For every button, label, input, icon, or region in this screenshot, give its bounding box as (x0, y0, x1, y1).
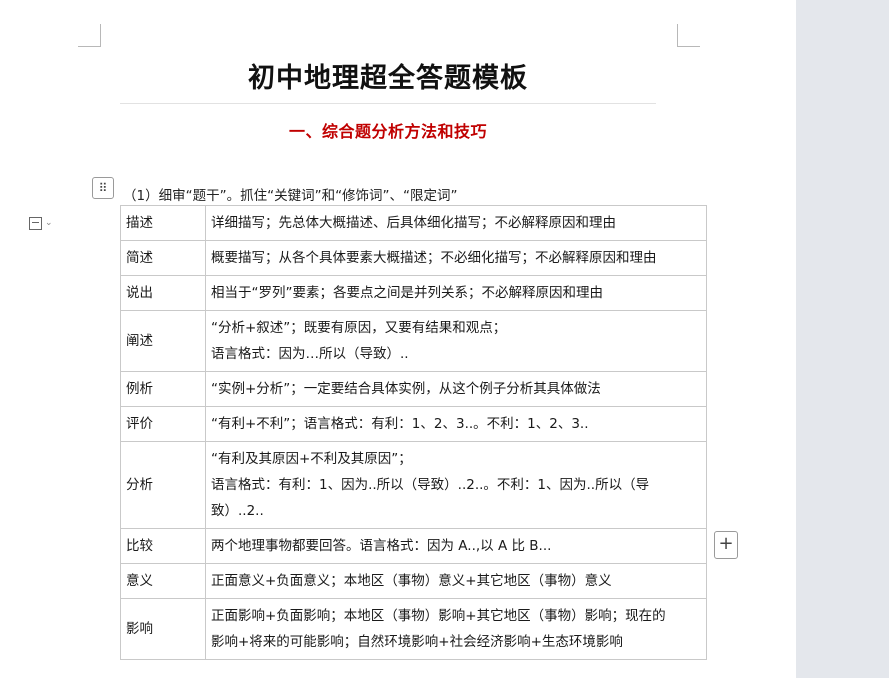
term-cell[interactable]: 简述 (120, 240, 206, 276)
definition-cell[interactable]: “实例+分析”；一定要结合具体实例，从这个例子分析其具体做法 (205, 371, 707, 407)
term-cell[interactable]: 影响 (120, 598, 206, 660)
definition-cell[interactable]: 正面意义+负面意义；本地区（事物）意义+其它地区（事物）意义 (205, 563, 707, 599)
definition-cell[interactable]: 正面影响+负面影响；本地区（事物）影响+其它地区（事物）影响；现在的 影响+将来的… (205, 598, 707, 660)
table-row: 比较 两个地理事物都要回答。语言格式：因为 A..,以 A 比 B... (120, 528, 707, 564)
answer-terms-table: 描述 详细描写；先总体大概描述、后具体细化描写；不必解释原因和理由 简述 概要描写；从… (120, 205, 707, 660)
table-row: 说出 相当于“罗列”要素；各要点之间是并列关系；不必解释原因和理由 (120, 275, 707, 311)
definition-line: 详细描写；先总体大概描述、后具体细化描写；不必解释原因和理由 (211, 215, 616, 231)
document-page: 初中地理超全答题模板 一、综合题分析方法和技巧 ⠿ （1）细审“题干”。抓住“关… (0, 0, 796, 678)
table-row: 影响 正面影响+负面影响；本地区（事物）影响+其它地区（事物）影响；现在的 影响+将… (120, 598, 707, 660)
definition-cell[interactable]: “分析+叙述”；既要有原因，又要有结果和观点； 语言格式：因为…所以（导致）.. (205, 310, 707, 372)
table-row: 描述 详细描写；先总体大概描述、后具体细化描写；不必解释原因和理由 (120, 205, 707, 241)
definition-line: “有利+不利”；语言格式：有利：1、2、3..。不利：1、2、3.. (211, 416, 589, 432)
chevron-down-icon: ⌄ (45, 218, 53, 228)
term-cell[interactable]: 阐述 (120, 310, 206, 372)
side-panel-background (796, 0, 889, 678)
add-column-button[interactable]: + (714, 531, 738, 559)
definition-cell[interactable]: “有利+不利”；语言格式：有利：1、2、3..。不利：1、2、3.. (205, 406, 707, 442)
definition-cell[interactable]: 详细描写；先总体大概描述、后具体细化描写；不必解释原因和理由 (205, 205, 707, 241)
definition-line: 致）..2.. (211, 503, 264, 519)
term-cell[interactable]: 比较 (120, 528, 206, 564)
section-heading: 一、综合题分析方法和技巧 (288, 122, 487, 141)
table-move-handle-icon[interactable]: ⠿ (92, 177, 114, 199)
table-row: 分析 “有利及其原因+不利及其原因”； 语言格式：有利：1、因为..所以（导致）..… (120, 441, 707, 529)
definition-line: 语言格式：因为…所以（导致）.. (211, 346, 409, 362)
table-row: 阐述 “分析+叙述”；既要有原因，又要有结果和观点； 语言格式：因为…所以（导致）.… (120, 310, 707, 372)
term-cell[interactable]: 评价 (120, 406, 206, 442)
table-row: 简述 概要描写；从各个具体要素大概描述；不必细化描写；不必解释原因和理由 (120, 240, 707, 276)
definition-line: 正面影响+负面影响；本地区（事物）影响+其它地区（事物）影响；现在的 (211, 608, 666, 624)
paragraph-icon (29, 216, 42, 230)
term-cell[interactable]: 意义 (120, 563, 206, 599)
table-row: 例析 “实例+分析”；一定要结合具体实例，从这个例子分析其具体做法 (120, 371, 707, 407)
term-cell[interactable]: 分析 (120, 441, 206, 529)
title-divider (120, 103, 656, 104)
definition-line: “有利及其原因+不利及其原因”； (211, 451, 412, 467)
definition-cell[interactable]: 相当于“罗列”要素；各要点之间是并列关系；不必解释原因和理由 (205, 275, 707, 311)
table-row: 评价 “有利+不利”；语言格式：有利：1、2、3..。不利：1、2、3.. (120, 406, 707, 442)
definition-cell[interactable]: “有利及其原因+不利及其原因”； 语言格式：有利：1、因为..所以（导致）..2.… (205, 441, 707, 529)
definition-line: 正面意义+负面意义；本地区（事物）意义+其它地区（事物）意义 (211, 573, 612, 589)
definition-line: 相当于“罗列”要素；各要点之间是并列关系；不必解释原因和理由 (211, 285, 603, 301)
margin-corner-top-right (677, 24, 700, 47)
definition-line: “分析+叙述”；既要有原因，又要有结果和观点； (211, 320, 507, 336)
definition-line: 语言格式：有利：1、因为..所以（导致）..2..。不利：1、因为..所以（导 (211, 477, 650, 493)
margin-corner-top-left (78, 24, 101, 47)
term-cell[interactable]: 例析 (120, 371, 206, 407)
term-cell[interactable]: 说出 (120, 275, 206, 311)
intro-paragraph: （1）细审“题干”。抓住“关键词”和“修饰词”、“限定词” (123, 188, 458, 204)
definition-line: 影响+将来的可能影响；自然环境影响+社会经济影响+生态环境影响 (211, 634, 623, 650)
document-title: 初中地理超全答题模板 (248, 63, 528, 94)
term-cell[interactable]: 描述 (120, 205, 206, 241)
definition-line: 概要描写；从各个具体要素大概描述；不必细化描写；不必解释原因和理由 (211, 250, 657, 266)
definition-cell[interactable]: 两个地理事物都要回答。语言格式：因为 A..,以 A 比 B... (205, 528, 707, 564)
paragraph-layout-tool[interactable]: ⌄ (29, 213, 53, 233)
definition-cell[interactable]: 概要描写；从各个具体要素大概描述；不必细化描写；不必解释原因和理由 (205, 240, 707, 276)
definition-line: “实例+分析”；一定要结合具体实例，从这个例子分析其具体做法 (211, 381, 601, 397)
definition-line: 两个地理事物都要回答。语言格式：因为 A..,以 A 比 B... (211, 538, 552, 554)
table-row: 意义 正面意义+负面意义；本地区（事物）意义+其它地区（事物）意义 (120, 563, 707, 599)
